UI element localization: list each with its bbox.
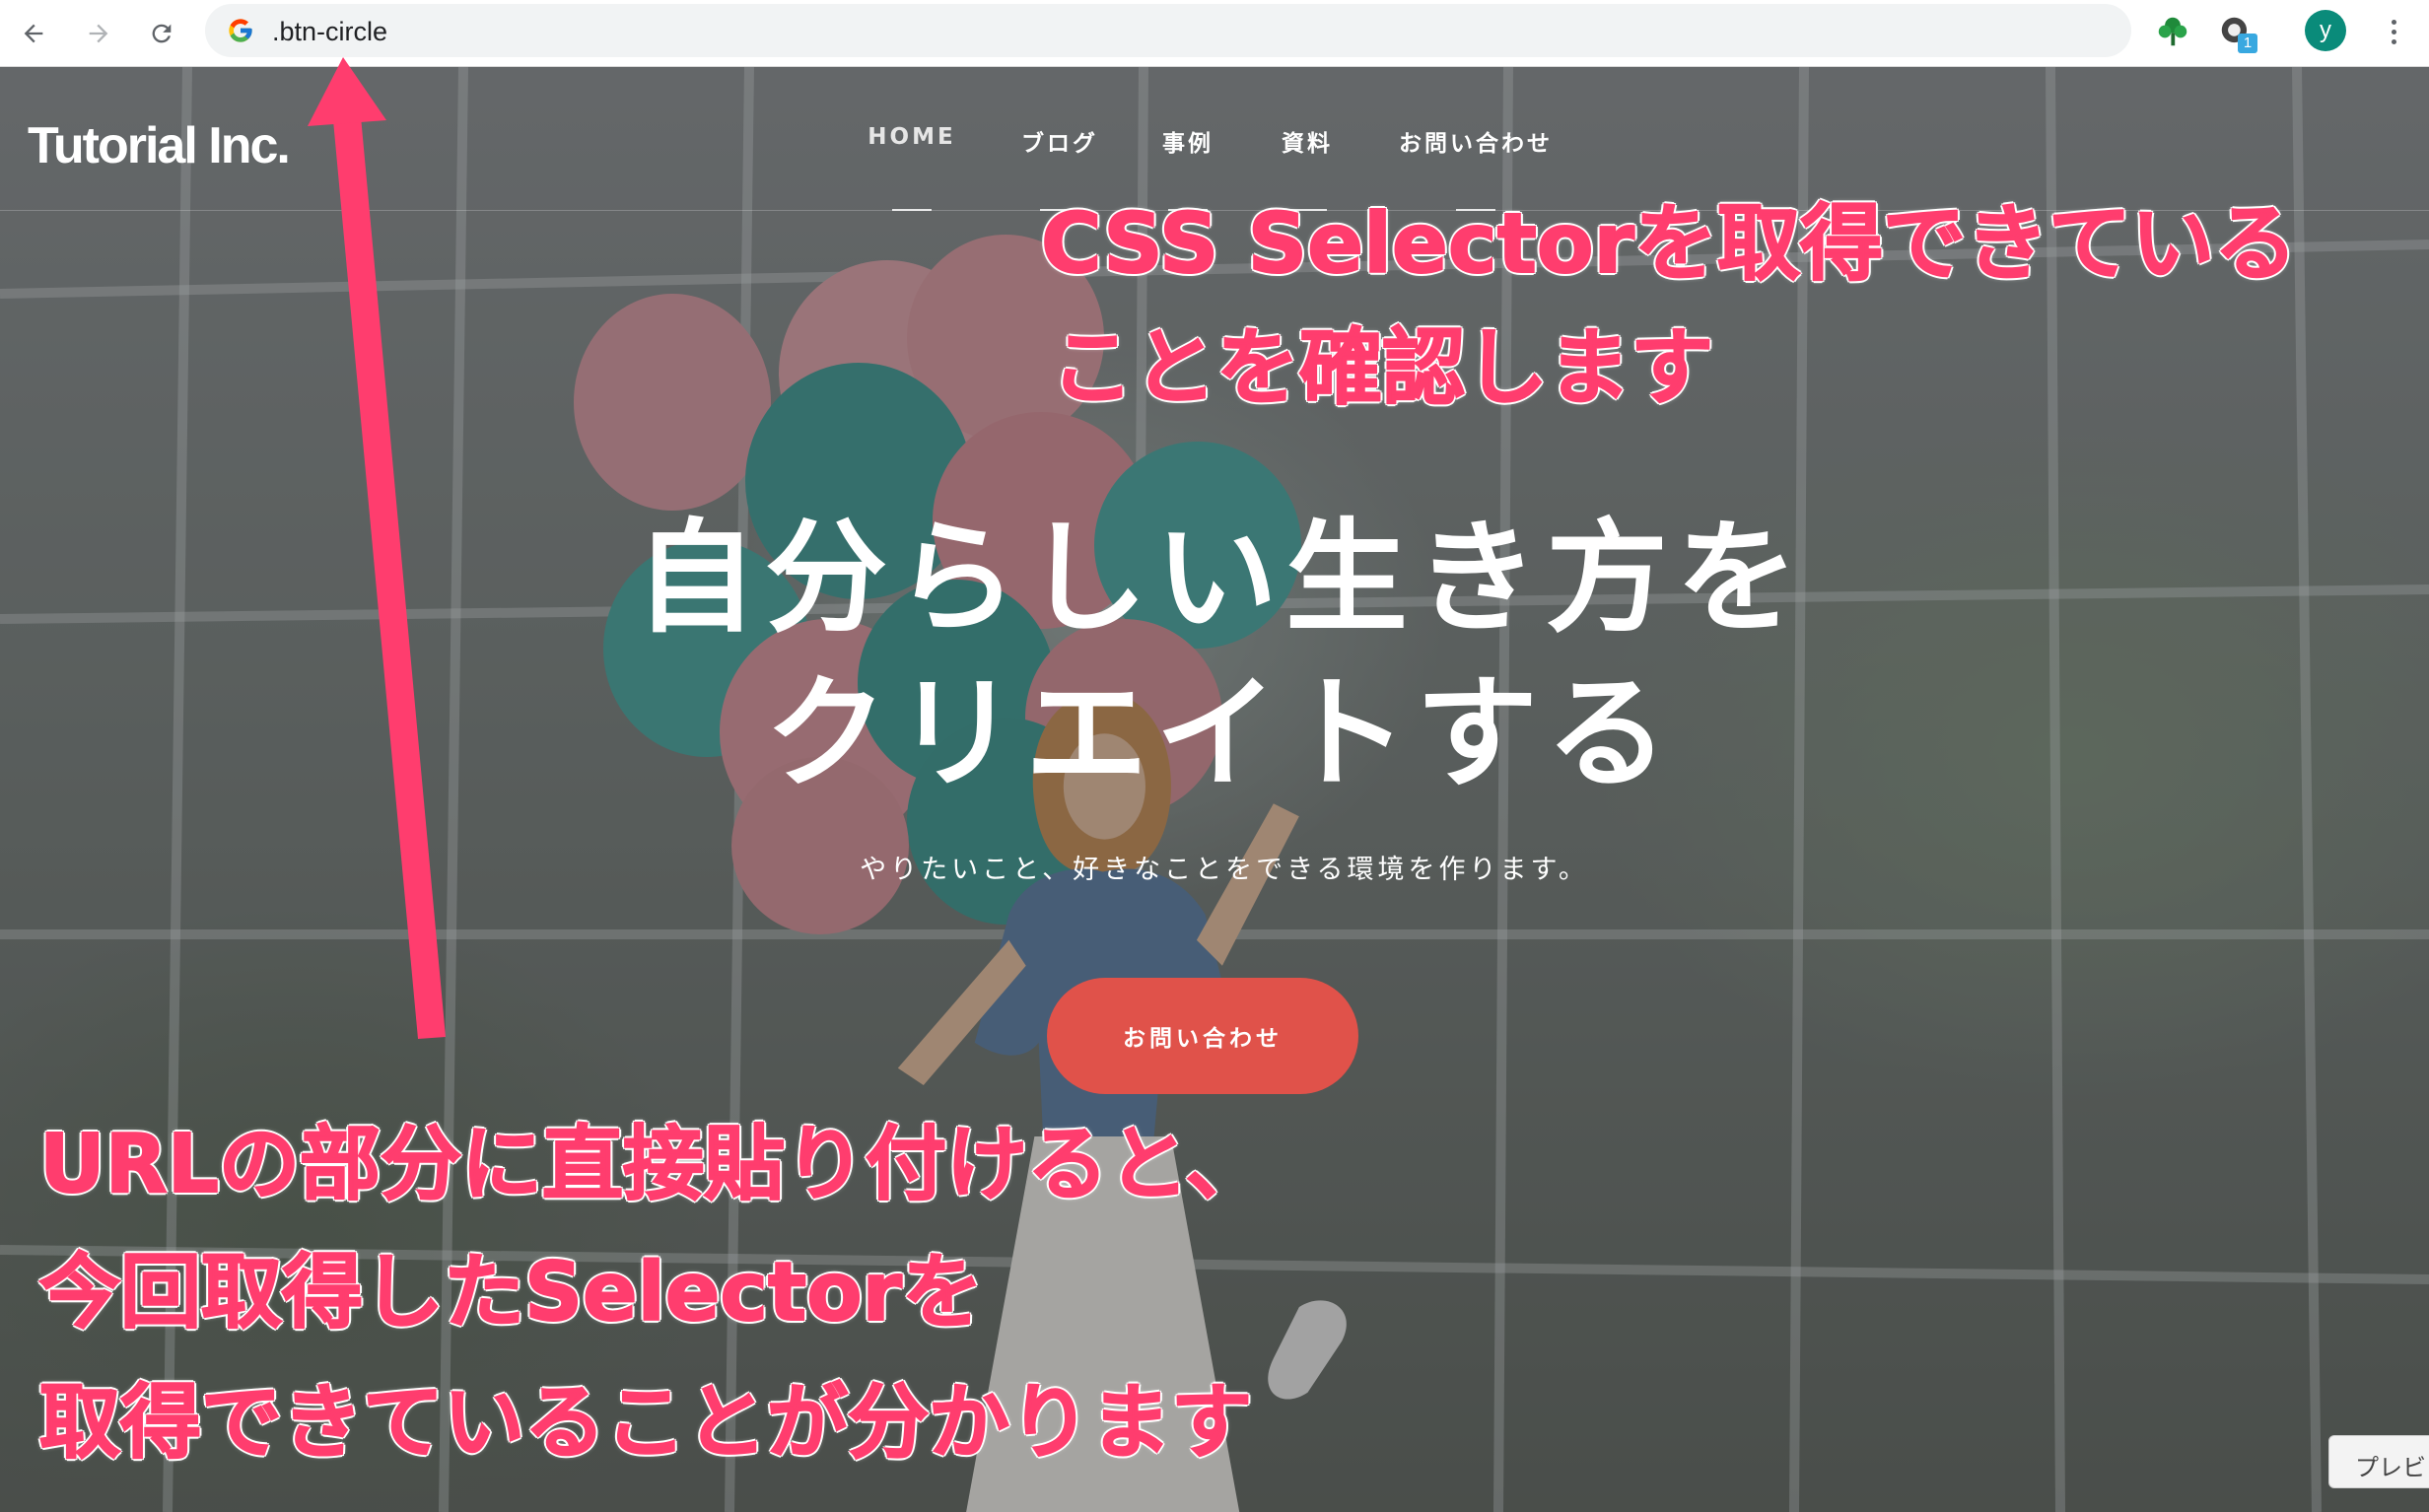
menu-dot-icon	[2391, 19, 2396, 25]
annotation-bottom-line-1: URLの部分に直接貼り付けると、	[38, 1117, 1268, 1212]
address-bar-text: .btn-circle	[272, 17, 388, 46]
menu-dot-icon	[2391, 29, 2396, 34]
nav-item-home[interactable]: HOME	[868, 124, 956, 211]
nav-underline	[892, 209, 932, 211]
nav-item-label: HOME	[868, 124, 956, 150]
reload-button[interactable]	[138, 10, 185, 57]
hero-title-line-1: 自分らしい生き方を	[634, 508, 1806, 650]
extension-badge-count: 1	[2238, 34, 2257, 53]
extension-tree-button[interactable]	[2151, 10, 2194, 53]
forward-arrow-icon	[89, 24, 108, 43]
preview-tab[interactable]: プレビ	[2328, 1435, 2429, 1488]
tree-icon	[2158, 17, 2187, 46]
back-button[interactable]	[10, 10, 57, 57]
nav-item-label: お問い合わせ	[1399, 131, 1553, 157]
reload-icon	[152, 24, 172, 43]
annotation-top-line-2: ことを確認します	[1050, 318, 1714, 417]
nav-item-label: 資料	[1282, 131, 1333, 157]
browser-menu-button[interactable]	[2378, 10, 2409, 53]
menu-dot-icon	[2391, 38, 2396, 44]
site-logo[interactable]: Tutorial Inc.	[28, 116, 291, 175]
hero-subtitle: やりたいこと、好きなことをできる環境を作ります。	[860, 855, 1589, 885]
annotation-bottom-line-2: 今回取得したSelectorを	[38, 1245, 984, 1340]
nav-item-label: 事例	[1162, 131, 1214, 157]
back-arrow-icon	[24, 24, 43, 43]
annotation-bottom-line-3: 取得できていることが分かります	[38, 1375, 1253, 1471]
extension-badge-button[interactable]: 1	[2214, 10, 2257, 53]
hero-title-line-2: クリエイトする	[764, 663, 1676, 805]
annotation-top-line-1: CSS Selectorを取得できている	[1040, 194, 2298, 293]
contact-cta-button[interactable]: お問い合わせ	[1047, 978, 1358, 1094]
forward-button[interactable]	[75, 10, 122, 57]
google-icon	[229, 19, 252, 42]
address-bar[interactable]: .btn-circle	[205, 4, 2131, 57]
profile-avatar[interactable]: y	[2305, 10, 2346, 51]
hero-title: 自分らしい生き方を クリエイトする	[0, 501, 2429, 812]
browser-toolbar: .btn-circle 1 y	[0, 0, 2429, 67]
nav-item-label: ブログ	[1021, 131, 1098, 157]
